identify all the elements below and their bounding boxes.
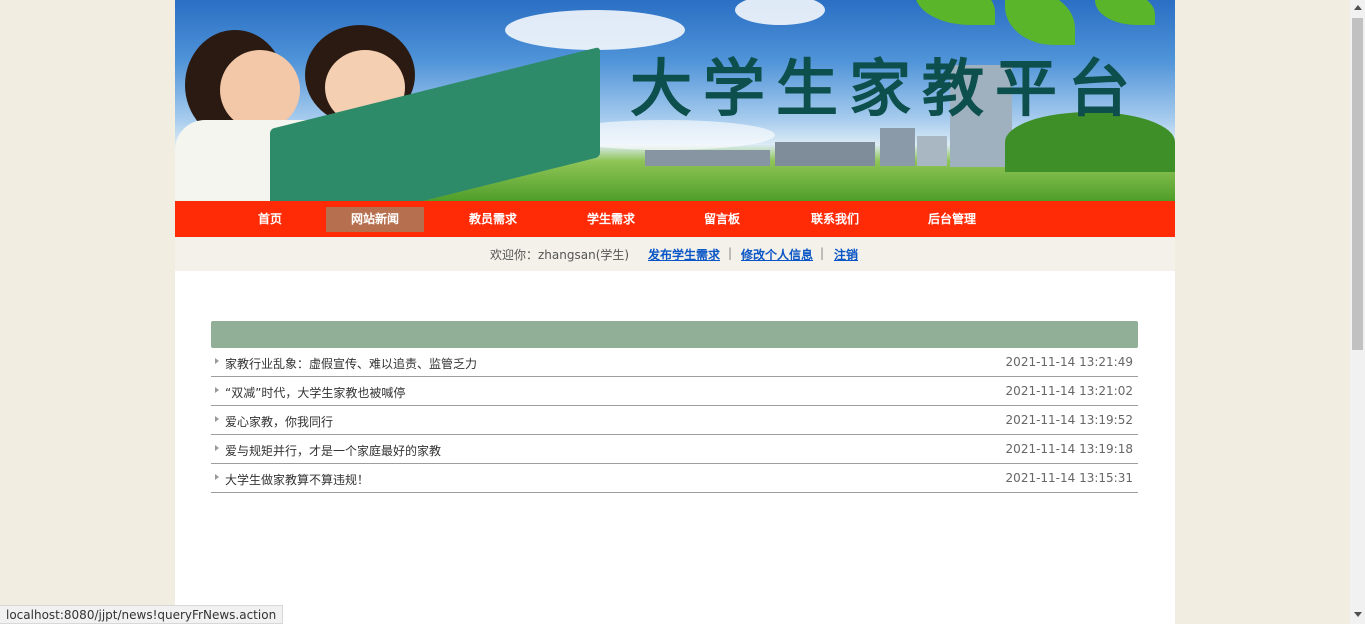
bullet-icon [215, 387, 219, 393]
separator: | [728, 246, 733, 260]
news-date: 2021-11-14 13:19:52 [1005, 413, 1133, 427]
leaf-decoration [1095, 0, 1155, 25]
news-item[interactable]: “双减”时代，大学生家教也被喊停 2021-11-14 13:21:02 [211, 377, 1138, 406]
site-title: 大学生家教平台 [630, 52, 1142, 125]
nav-item-admin[interactable]: 后台管理 [912, 207, 992, 232]
site-banner: 大学生家教平台 [175, 0, 1175, 201]
nav-item-home[interactable]: 首页 [230, 207, 310, 232]
scrollbar-thumb[interactable] [1352, 18, 1363, 350]
news-list-header [211, 321, 1138, 348]
logout-link[interactable]: 注销 [834, 246, 858, 263]
news-title[interactable]: “双减”时代，大学生家教也被喊停 [225, 384, 405, 401]
separator: | [820, 246, 825, 260]
nav-item-message-board[interactable]: 留言板 [682, 207, 762, 232]
news-item[interactable]: 爱心家教，你我同行 2021-11-14 13:19:52 [211, 406, 1138, 435]
news-title[interactable]: 家教行业乱象：虚假宣传、难以追责、监管乏力 [225, 355, 477, 372]
page-container: 大学生家教平台 首页 网站新闻 教员需求 学生需求 留言板 联系我们 后台管理 … [175, 0, 1175, 624]
link-status-bar: localhost:8080/jjpt/news!queryFrNews.act… [0, 605, 284, 624]
building [917, 136, 947, 166]
bullet-icon [215, 474, 219, 480]
news-item[interactable]: 爱与规矩并行，才是一个家庭最好的家教 2021-11-14 13:19:18 [211, 435, 1138, 464]
news-item[interactable]: 家教行业乱象：虚假宣传、难以追责、监管乏力 2021-11-14 13:21:4… [211, 348, 1138, 377]
building [645, 150, 770, 166]
news-title[interactable]: 大学生做家教算不算违规！ [225, 471, 369, 488]
news-title[interactable]: 爱心家教，你我同行 [225, 413, 333, 430]
post-student-demand-link[interactable]: 发布学生需求 [648, 246, 720, 263]
user-bar: 欢迎你：zhangsan(学生) 发布学生需求 | 修改个人信息 | 注销 [175, 237, 1175, 271]
news-date: 2021-11-14 13:21:02 [1005, 384, 1133, 398]
bullet-icon [215, 358, 219, 364]
edit-profile-link[interactable]: 修改个人信息 [741, 246, 813, 263]
scroll-up-icon[interactable] [1354, 5, 1362, 10]
nav-item-news[interactable]: 网站新闻 [326, 207, 424, 232]
news-date: 2021-11-14 13:19:18 [1005, 442, 1133, 456]
building [775, 142, 875, 166]
bullet-icon [215, 445, 219, 451]
scroll-down-icon[interactable] [1354, 612, 1362, 617]
cloud [735, 0, 825, 25]
welcome-text: 欢迎你：zhangsan(学生) [490, 248, 630, 262]
news-date: 2021-11-14 13:21:49 [1005, 355, 1133, 369]
building [880, 128, 915, 166]
leaf-decoration [915, 0, 995, 25]
news-item[interactable]: 大学生做家教算不算违规！ 2021-11-14 13:15:31 [211, 464, 1138, 493]
vertical-scrollbar[interactable] [1350, 0, 1365, 624]
bullet-icon [215, 416, 219, 422]
nav-item-student-demand[interactable]: 学生需求 [571, 207, 651, 232]
news-title[interactable]: 爱与规矩并行，才是一个家庭最好的家教 [225, 442, 441, 459]
main-nav: 首页 网站新闻 教员需求 学生需求 留言板 联系我们 后台管理 [175, 201, 1175, 237]
nav-item-tutor-demand[interactable]: 教员需求 [453, 207, 533, 232]
nav-item-contact[interactable]: 联系我们 [795, 207, 875, 232]
news-date: 2021-11-14 13:15:31 [1005, 471, 1133, 485]
